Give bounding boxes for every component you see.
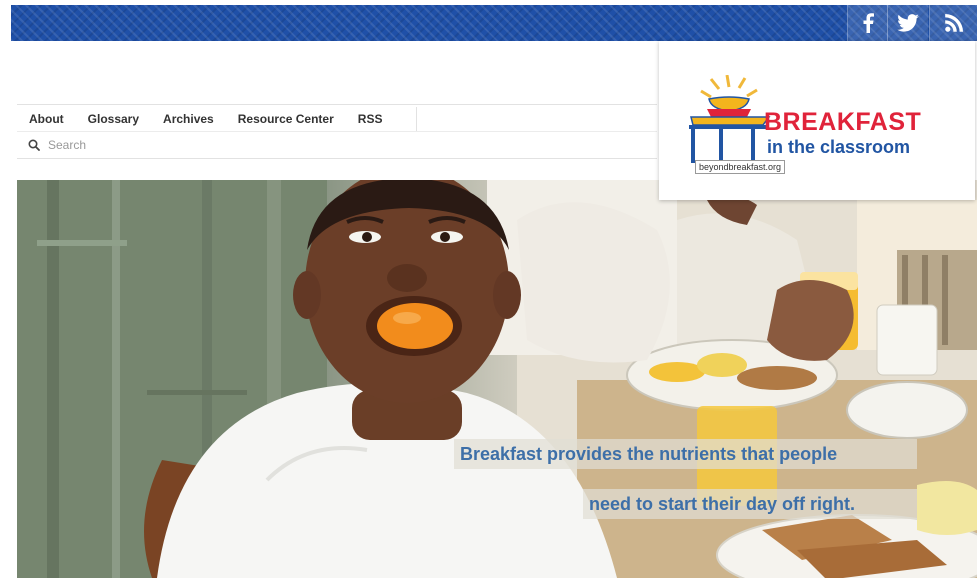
- search-input[interactable]: [48, 138, 608, 152]
- hero-caption-line2: need to start their day off right.: [583, 489, 917, 519]
- facebook-link[interactable]: [847, 5, 888, 41]
- main-nav: About Glossary Archives Resource Center …: [17, 104, 657, 132]
- twitter-link[interactable]: [887, 5, 928, 41]
- top-bar: [11, 5, 977, 41]
- nav-divider: [416, 107, 417, 131]
- logo-panel[interactable]: BREAKFAST in the classroom beyondbreakfa…: [659, 41, 975, 200]
- logo-brand-title: BREAKFAST: [764, 108, 922, 136]
- facebook-icon: [863, 13, 874, 33]
- twitter-icon: [897, 14, 919, 32]
- nav-item-rss[interactable]: RSS: [346, 112, 395, 126]
- rss-icon: [945, 14, 963, 32]
- rss-link[interactable]: [929, 5, 977, 41]
- nav-item-archives[interactable]: Archives: [151, 112, 226, 126]
- search-icon: [28, 139, 40, 151]
- hero-caption-line1: Breakfast provides the nutrients that pe…: [454, 439, 917, 469]
- hero-banner: Breakfast provides the nutrients that pe…: [17, 180, 977, 578]
- search-bar: [17, 131, 657, 159]
- logo-url: beyondbreakfast.org: [695, 160, 786, 174]
- logo-brand-subtitle: in the classroom: [767, 137, 911, 157]
- nav-item-about[interactable]: About: [17, 112, 76, 126]
- nav-item-resource-center[interactable]: Resource Center: [226, 112, 346, 126]
- nav-item-glossary[interactable]: Glossary: [76, 112, 151, 126]
